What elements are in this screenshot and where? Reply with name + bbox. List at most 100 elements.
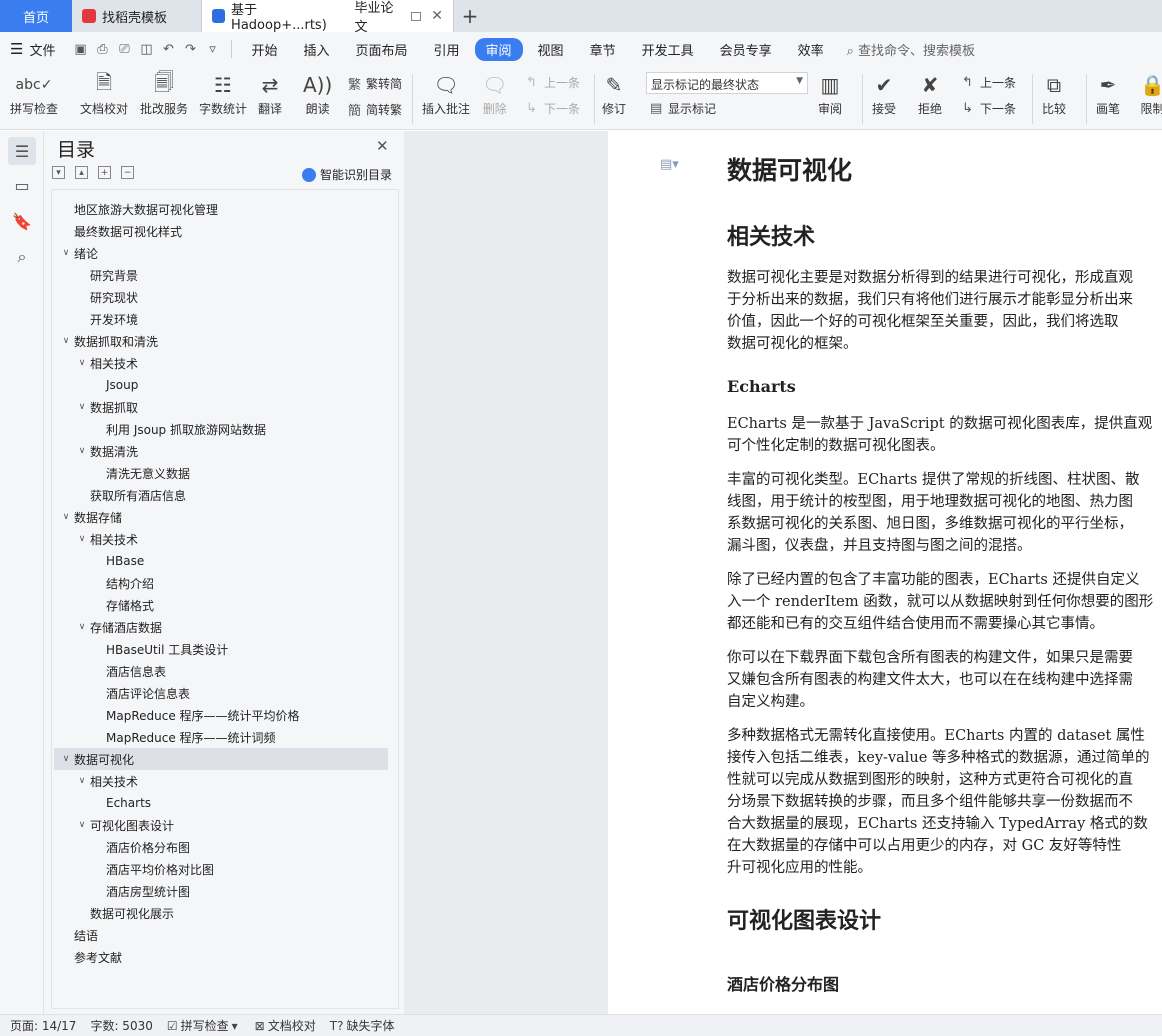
collapse-icon[interactable]: ▾ xyxy=(52,166,65,179)
command-search[interactable]: ⌕ 查找命令、搜索模板 xyxy=(847,40,975,59)
toc-icon[interactable]: ☰ xyxy=(8,137,36,165)
menu-view[interactable]: 视图 xyxy=(527,38,575,61)
toc-item[interactable]: ∨ 相关技术 xyxy=(52,770,392,792)
toc-item[interactable]: 酒店评论信息表 xyxy=(52,682,392,704)
toc-item[interactable]: 最终数据可视化样式 xyxy=(52,220,392,242)
prev-change-button[interactable]: ↰ 上一条 xyxy=(962,74,1016,91)
toc-item[interactable]: 结语 xyxy=(52,924,392,946)
compare-button[interactable]: ⧉ 比较 xyxy=(1042,70,1066,117)
next-comment-button[interactable]: ↳ 下一条 xyxy=(526,100,580,117)
add-level-icon[interactable]: + xyxy=(98,166,111,179)
menu-layout[interactable]: 页面布局 xyxy=(345,38,419,61)
toc-item[interactable]: 开发环境 xyxy=(52,308,392,330)
accept-button[interactable]: ✔ 接受 xyxy=(872,70,896,117)
toc-item[interactable]: 酒店平均价格对比图 xyxy=(52,858,392,880)
status-missing-fonts[interactable]: T? 缺失字体 xyxy=(330,1017,395,1034)
toc-item[interactable]: ∨ 相关技术 xyxy=(52,352,392,374)
menu-section[interactable]: 章节 xyxy=(579,38,627,61)
word-count[interactable]: 字数: 5030 xyxy=(90,1017,152,1034)
toc-item-selected[interactable]: ∨ 数据可视化 xyxy=(54,748,388,770)
toc-item[interactable]: ∨ 可视化图表设计 xyxy=(52,814,392,836)
reject-button[interactable]: ✘ 拒绝 xyxy=(918,70,942,117)
close-icon[interactable]: ✕ xyxy=(376,137,389,155)
toc-item[interactable]: 酒店价格分布图 xyxy=(52,836,392,858)
toc-item[interactable]: HBaseUtil 工具类设计 xyxy=(52,638,392,660)
smart-toc-button[interactable]: 智能识别目录 xyxy=(302,166,392,183)
toc-item[interactable]: 数据可视化展示 xyxy=(52,902,392,924)
chevron-down-icon[interactable]: ∨ xyxy=(74,534,90,544)
search-icon[interactable]: ⌕ xyxy=(8,243,36,271)
toc-item[interactable]: Jsoup xyxy=(52,374,392,396)
preview-icon[interactable]: ◫ xyxy=(135,42,157,57)
tab-document[interactable]: 基于Hadoop+...rts) 毕业论文 ✕ xyxy=(202,0,454,35)
markup-select[interactable]: 显示标记的最终状态 ▼ xyxy=(646,72,808,94)
s2t-button[interactable]: 簡 简转繁 xyxy=(348,100,402,119)
toc-item[interactable]: 研究背景 xyxy=(52,264,392,286)
toc-item[interactable]: MapReduce 程序——统计平均价格 xyxy=(52,704,392,726)
new-tab-button[interactable]: + xyxy=(454,0,486,32)
chevron-down-icon[interactable]: ∨ xyxy=(74,820,90,830)
restrict-button[interactable]: 🔒 限制 xyxy=(1140,70,1162,117)
toc-item[interactable]: ∨ 绪论 xyxy=(52,242,392,264)
proofread-button[interactable]: 🗎 文档校对 xyxy=(80,70,128,117)
chevron-down-icon[interactable]: ∨ xyxy=(58,754,74,764)
word-count-button[interactable]: ☷ 字数统计 xyxy=(199,70,247,117)
chevron-down-icon[interactable]: ∨ xyxy=(74,358,90,368)
toc-item[interactable]: 参考文献 xyxy=(52,946,392,968)
chevron-down-icon[interactable]: ∨ xyxy=(74,446,90,456)
save-icon[interactable]: ▣ xyxy=(69,42,91,57)
tab-template[interactable]: 找稻壳模板 xyxy=(72,0,202,32)
menu-review[interactable]: 审阅 xyxy=(474,37,523,61)
chevron-down-icon[interactable]: ∨ xyxy=(74,402,90,412)
toc-item[interactable]: HBase xyxy=(52,550,392,572)
insert-comment-button[interactable]: 🗨 插入批注 xyxy=(422,70,470,117)
toc-item[interactable]: ∨ 数据存储 xyxy=(52,506,392,528)
toc-item[interactable]: 酒店房型统计图 xyxy=(52,880,392,902)
outline-icon[interactable]: ▭ xyxy=(8,171,36,199)
tab-home[interactable]: 首页 xyxy=(0,0,72,32)
chevron-down-icon[interactable]: ∨ xyxy=(58,336,74,346)
remove-level-icon[interactable]: − xyxy=(121,166,134,179)
expand-icon[interactable]: ▴ xyxy=(75,166,88,179)
menu-efficiency[interactable]: 效率 xyxy=(787,38,835,61)
review-pane-button[interactable]: ▥ 审阅 xyxy=(818,70,842,117)
toc-item[interactable]: 清洗无意义数据 xyxy=(52,462,392,484)
revise-service-button[interactable]: 🗐 批改服务 xyxy=(140,70,188,117)
delete-comment-button[interactable]: 🗨 删除 xyxy=(482,70,507,117)
page-indicator[interactable]: 页面: 14/17 xyxy=(10,1017,76,1034)
menu-member[interactable]: 会员专享 xyxy=(709,38,783,61)
toc-item[interactable]: 结构介绍 xyxy=(52,572,392,594)
status-spell-check[interactable]: ☑ 拼写检查 ▾ xyxy=(167,1017,241,1034)
prev-comment-button[interactable]: ↰ 上一条 xyxy=(526,74,580,91)
toc-item[interactable]: 存储格式 xyxy=(52,594,392,616)
toc-item[interactable]: ∨ 相关技术 xyxy=(52,528,392,550)
toc-item[interactable]: ∨ 数据抓取 xyxy=(52,396,392,418)
more-icon[interactable]: ▿ xyxy=(201,42,223,57)
menu-start[interactable]: 开始 xyxy=(240,38,288,61)
undo-icon[interactable]: ↶ xyxy=(157,42,179,57)
window-icon[interactable] xyxy=(410,11,422,21)
read-aloud-button[interactable]: A)) 朗读 xyxy=(303,70,332,117)
toc-item[interactable]: 研究现状 xyxy=(52,286,392,308)
chevron-down-icon[interactable]: ∨ xyxy=(58,512,74,522)
toc-item[interactable]: MapReduce 程序——统计词频 xyxy=(52,726,392,748)
menu-insert[interactable]: 插入 xyxy=(292,38,340,61)
close-tab-icon[interactable]: ✕ xyxy=(431,8,443,24)
chevron-down-icon[interactable]: ∨ xyxy=(74,776,90,786)
document-page[interactable]: ▤▾ 数据可视化 相关技术 数据可视化主要是对数据分析得到的结果进行可视化，形成… xyxy=(608,131,1162,1014)
paragraph-handle-icon[interactable]: ▤▾ xyxy=(660,157,679,172)
menu-reference[interactable]: 引用 xyxy=(423,38,471,61)
toc-item[interactable]: 酒店信息表 xyxy=(52,660,392,682)
next-change-button[interactable]: ↳ 下一条 xyxy=(962,100,1016,117)
translate-button[interactable]: ⇄ 翻译 xyxy=(258,70,282,117)
export-icon[interactable]: ⎙ xyxy=(91,42,113,57)
chevron-down-icon[interactable]: ∨ xyxy=(74,622,90,632)
menu-developer[interactable]: 开发工具 xyxy=(631,38,705,61)
chevron-down-icon[interactable]: ∨ xyxy=(58,248,74,258)
track-changes-button[interactable]: ✎ 修订 xyxy=(602,70,626,117)
toc-item[interactable]: 获取所有酒店信息 xyxy=(52,484,392,506)
toc-item[interactable]: ∨ 存储酒店数据 xyxy=(52,616,392,638)
bookmark-icon[interactable]: 🔖 xyxy=(8,207,36,235)
toc-item[interactable]: ∨ 数据抓取和清洗 xyxy=(52,330,392,352)
toc-item[interactable]: 地区旅游大数据可视化管理 xyxy=(52,198,392,220)
